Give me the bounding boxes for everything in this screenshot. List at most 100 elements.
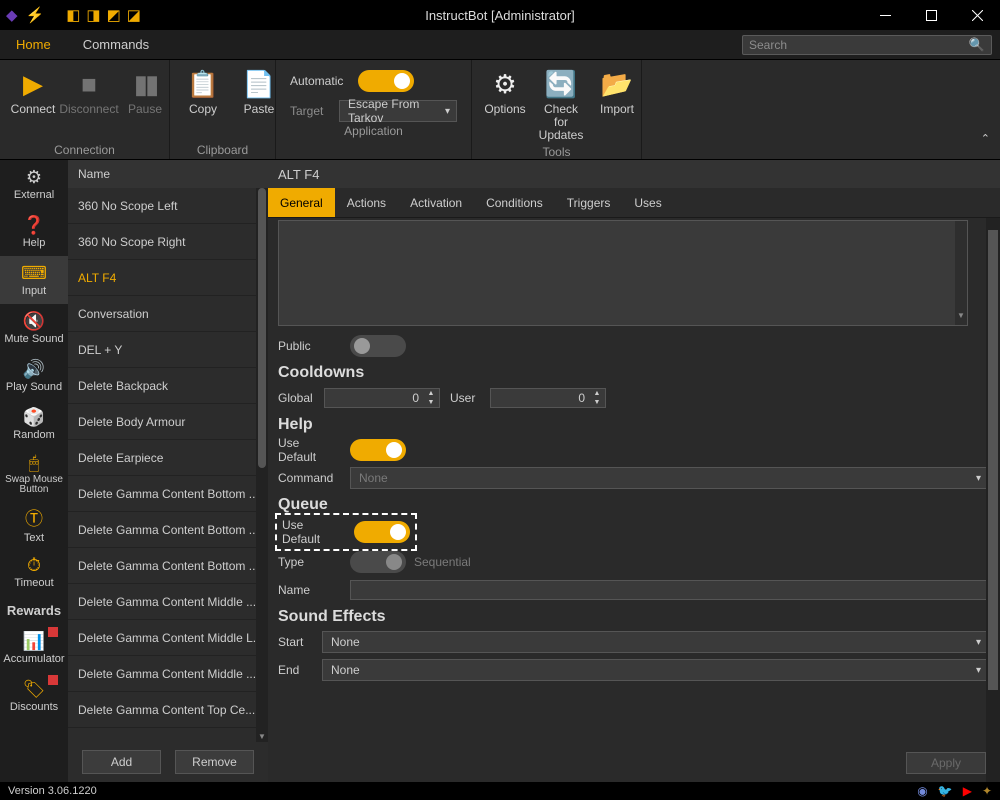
rail-text[interactable]: ⓉText — [0, 500, 68, 548]
rail-swap-mouse[interactable]: 🖱Swap Mouse Button — [0, 448, 68, 500]
category-rail: ⚙External ❓Help ⌨Input 🔇Mute Sound 🔊Play… — [0, 160, 68, 782]
list-item[interactable]: Delete Gamma Content Bottom ... — [68, 548, 268, 584]
copy-button[interactable]: 📋 Copy — [178, 64, 228, 141]
tab-triggers[interactable]: Triggers — [555, 188, 623, 217]
notification-badge — [48, 627, 58, 637]
help-icon: ❓ — [23, 215, 45, 236]
list-item[interactable]: DEL + Y — [68, 332, 268, 368]
tab-actions[interactable]: Actions — [335, 188, 398, 217]
queue-use-default-toggle[interactable] — [354, 521, 410, 543]
rail-input[interactable]: ⌨Input — [0, 256, 68, 304]
detail-scrollbar[interactable] — [986, 218, 1000, 782]
commands-header[interactable]: Name — [68, 160, 268, 188]
list-item[interactable]: Delete Gamma Content Middle L... — [68, 620, 268, 656]
help-use-default-toggle[interactable] — [350, 439, 406, 461]
list-item[interactable]: Delete Gamma Content Middle ... — [68, 584, 268, 620]
global-cooldown-input[interactable]: 0 ▲▼ — [324, 388, 440, 408]
maximize-button[interactable] — [908, 0, 954, 30]
list-item[interactable]: Delete Gamma Content Bottom ... — [68, 476, 268, 512]
search-icon[interactable]: 🔍 — [963, 37, 991, 53]
list-item[interactable]: Delete Body Armour — [68, 404, 268, 440]
title-bar: ◆ ⚡ ◧ ◨ ◩ ◪ InstructBot [Administrator] — [0, 0, 1000, 30]
connect-button[interactable]: ▶ Connect — [8, 64, 58, 141]
list-item[interactable]: ALT F4 — [68, 260, 268, 296]
mouse-icon: 🖱 — [29, 453, 40, 474]
ql-icon-1[interactable]: ◧ — [66, 6, 80, 24]
rail-random[interactable]: 🎲Random — [0, 400, 68, 448]
target-dropdown[interactable]: Escape From Tarkov — [339, 100, 457, 122]
group-tools-label: Tools — [480, 143, 633, 159]
list-item[interactable]: Conversation — [68, 296, 268, 332]
rail-help[interactable]: ❓Help — [0, 208, 68, 256]
list-item[interactable]: Delete Gamma Content Top Ce... — [68, 692, 268, 728]
accumulator-icon: 📊 — [23, 631, 45, 652]
scroll-down-arrow[interactable]: ▼ — [258, 732, 266, 742]
collapse-ribbon-icon[interactable]: ⌃ — [981, 132, 990, 145]
add-button[interactable]: Add — [82, 750, 161, 774]
scrollbar-thumb[interactable] — [258, 188, 266, 468]
queue-name-input[interactable] — [350, 580, 988, 600]
spin-up-icon[interactable]: ▲ — [589, 389, 605, 398]
import-button[interactable]: 📂 Import — [592, 64, 642, 143]
rail-rewards[interactable]: Rewards — [0, 596, 68, 624]
public-label: Public — [278, 339, 340, 353]
apply-button[interactable]: Apply — [906, 752, 986, 774]
list-item[interactable]: Delete Gamma Content Middle ... — [68, 656, 268, 692]
rail-timeout[interactable]: ⏱Timeout — [0, 548, 68, 596]
youtube-icon[interactable]: ▶ — [963, 784, 972, 798]
help-command-dropdown[interactable]: None — [350, 467, 988, 489]
tab-activation[interactable]: Activation — [398, 188, 474, 217]
minimize-button[interactable] — [862, 0, 908, 30]
list-item[interactable]: Delete Earpiece — [68, 440, 268, 476]
dice-icon: 🎲 — [23, 407, 45, 428]
help-use-default-label: Use Default — [278, 436, 340, 464]
queue-header: Queue — [278, 492, 988, 516]
list-item[interactable]: Delete Backpack — [68, 368, 268, 404]
spin-down-icon[interactable]: ▼ — [589, 398, 605, 407]
search-box[interactable]: Search 🔍 — [742, 35, 992, 55]
check-updates-button[interactable]: 🔄 Check for Updates — [536, 64, 586, 143]
rail-accumulator[interactable]: 📊Accumulator — [0, 624, 68, 672]
tab-uses[interactable]: Uses — [622, 188, 673, 217]
public-toggle[interactable] — [350, 335, 406, 357]
user-cooldown-input[interactable]: 0 ▲▼ — [490, 388, 606, 408]
pause-button[interactable]: ▮▮ Pause — [120, 64, 170, 141]
rail-discounts[interactable]: 🏷Discounts — [0, 672, 68, 720]
user-label: User — [450, 391, 480, 405]
close-button[interactable] — [954, 0, 1000, 30]
textarea-scrollbar[interactable]: ▼ — [955, 221, 967, 325]
list-scrollbar[interactable]: ▲ ▼ — [256, 188, 268, 742]
queue-type-slider[interactable] — [350, 551, 406, 573]
automatic-toggle[interactable] — [358, 70, 414, 92]
cooldowns-header: Cooldowns — [278, 360, 988, 384]
plug-icon[interactable]: ⚡ — [26, 6, 45, 24]
rail-mute-sound[interactable]: 🔇Mute Sound — [0, 304, 68, 352]
tab-general[interactable]: General — [268, 188, 335, 217]
list-item[interactable]: 360 No Scope Left — [68, 188, 268, 224]
remove-button[interactable]: Remove — [175, 750, 254, 774]
discord-icon[interactable]: ◉ — [917, 784, 927, 798]
input-icon: ⌨ — [21, 263, 47, 284]
tab-commands[interactable]: Commands — [67, 30, 165, 59]
tab-home[interactable]: Home — [0, 30, 67, 59]
options-button[interactable]: ⚙ Options — [480, 64, 530, 143]
group-connection-label: Connection — [8, 141, 161, 157]
ql-icon-2[interactable]: ◨ — [86, 6, 100, 24]
sound-start-dropdown[interactable]: None — [322, 631, 988, 653]
tab-conditions[interactable]: Conditions — [474, 188, 555, 217]
sound-end-dropdown[interactable]: None — [322, 659, 988, 681]
rail-play-sound[interactable]: 🔊Play Sound — [0, 352, 68, 400]
rail-external[interactable]: ⚙External — [0, 160, 68, 208]
spin-down-icon[interactable]: ▼ — [423, 398, 439, 407]
puzzle-icon[interactable]: ✦ — [982, 784, 992, 798]
list-item[interactable]: 360 No Scope Right — [68, 224, 268, 260]
ql-icon-3[interactable]: ◩ — [107, 6, 121, 24]
spin-up-icon[interactable]: ▲ — [423, 389, 439, 398]
disconnect-button[interactable]: ■ Disconnect — [64, 64, 114, 141]
scrollbar-thumb[interactable] — [988, 230, 998, 690]
scroll-down-arrow[interactable]: ▼ — [957, 311, 965, 325]
list-item[interactable]: Delete Gamma Content Bottom ... — [68, 512, 268, 548]
description-textarea[interactable]: ▼ — [278, 220, 968, 326]
twitter-icon[interactable]: 🐦 — [938, 784, 953, 798]
ql-icon-4[interactable]: ◪ — [127, 6, 141, 24]
